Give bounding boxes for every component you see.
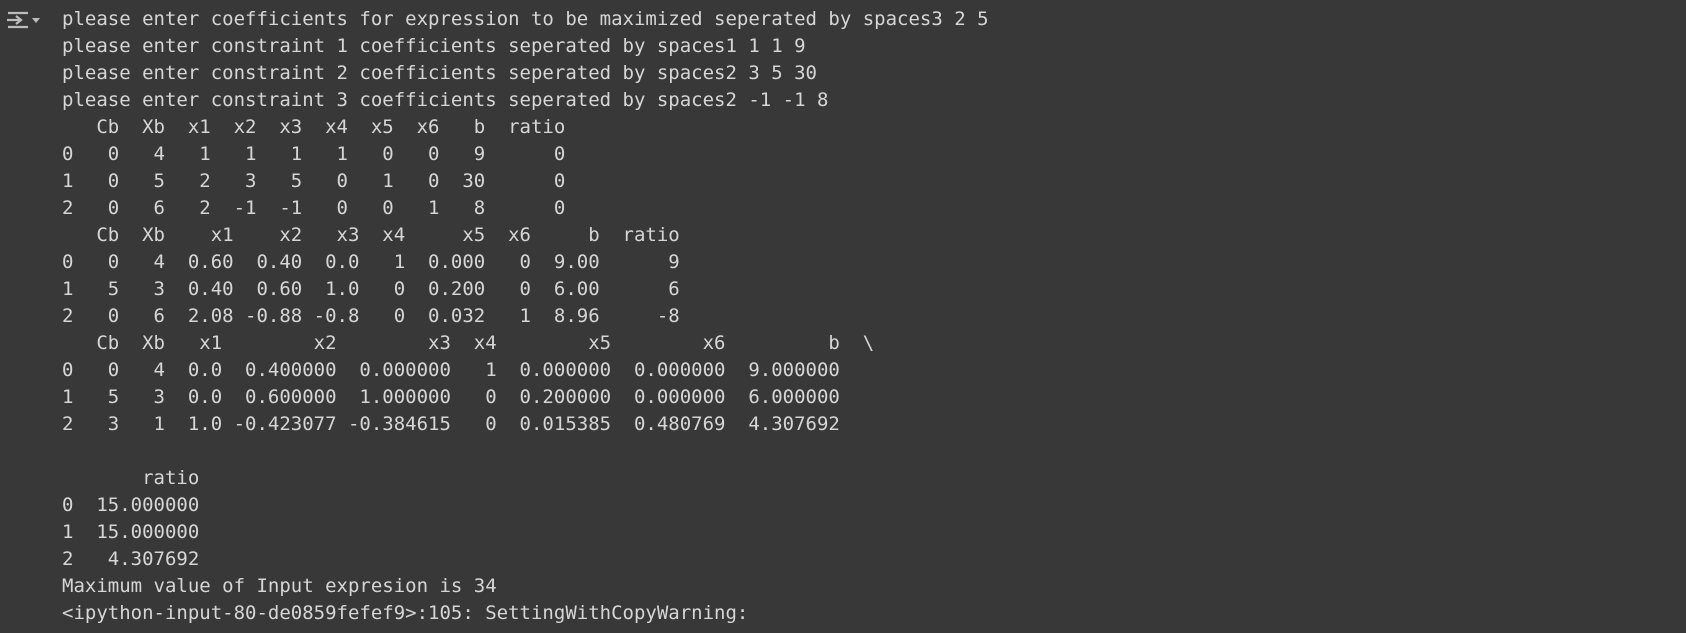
output-line: please enter constraint 1 coefficients s… <box>62 35 806 57</box>
output-line: ratio <box>62 467 200 489</box>
output-line: 1 5 3 0.0 0.600000 1.000000 0 0.200000 0… <box>62 386 840 408</box>
output-collapse-toggle[interactable] <box>4 6 44 34</box>
output-line: 1 5 3 0.40 0.60 1.0 0 0.200 0 6.00 6 <box>62 278 680 300</box>
output-line: please enter coefficients for expression… <box>62 8 989 30</box>
output-line: <ipython-input-80-de0859fefef9>:105: Set… <box>62 602 749 624</box>
output-line: 2 0 6 2 -1 -1 0 0 1 8 0 <box>62 197 566 219</box>
output-line: Cb Xb x1 x2 x3 x4 x5 x6 b ratio <box>62 116 566 138</box>
output-line: Maximum value of Input expresion is 34 <box>62 575 497 597</box>
output-line: 0 15.000000 <box>62 494 200 516</box>
output-collapse-icon <box>7 11 40 29</box>
output-line: 1 15.000000 <box>62 521 200 543</box>
cell-output-area: please enter coefficients for expression… <box>0 0 1686 633</box>
output-line: 1 0 5 2 3 5 0 1 0 30 0 <box>62 170 566 192</box>
output-line: 2 4.307692 <box>62 548 200 570</box>
cell-output-text: please enter coefficients for expression… <box>62 6 989 627</box>
output-line: 2 3 1 1.0 -0.423077 -0.384615 0 0.015385… <box>62 413 840 435</box>
output-line: Cb Xb x1 x2 x3 x4 x5 x6 b \ <box>62 332 875 354</box>
output-line: please enter constraint 3 coefficients s… <box>62 89 829 111</box>
output-line: please enter constraint 2 coefficients s… <box>62 62 817 84</box>
output-line: 0 0 4 0.0 0.400000 0.000000 1 0.000000 0… <box>62 359 840 381</box>
output-line: 0 0 4 1 1 1 1 0 0 9 0 <box>62 143 566 165</box>
output-line: 2 0 6 2.08 -0.88 -0.8 0 0.032 1 8.96 -8 <box>62 305 680 327</box>
output-line: Cb Xb x1 x2 x3 x4 x5 x6 b ratio <box>62 224 680 246</box>
output-line: 0 0 4 0.60 0.40 0.0 1 0.000 0 9.00 9 <box>62 251 680 273</box>
